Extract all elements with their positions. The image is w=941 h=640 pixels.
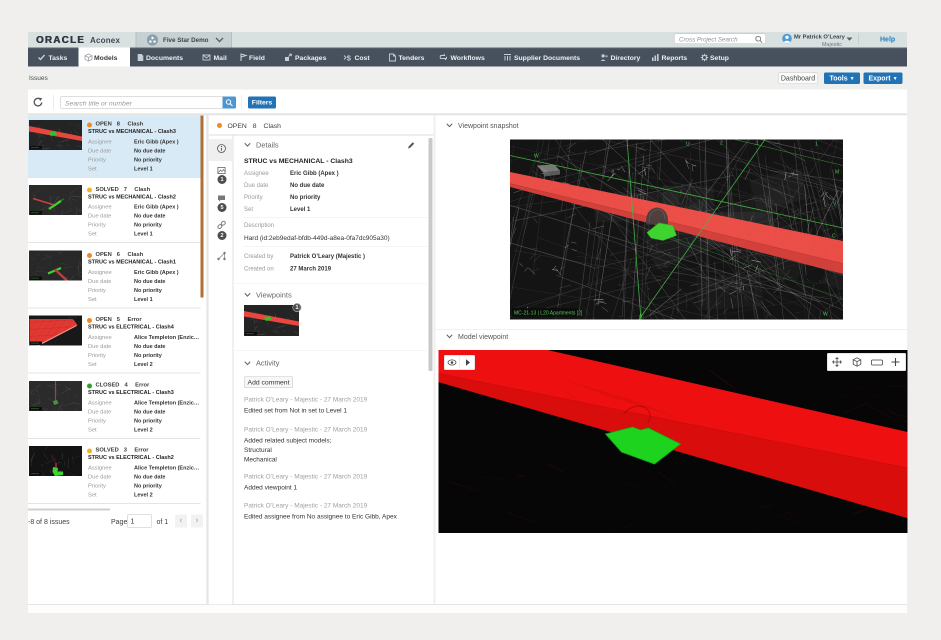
svg-text:M: M — [835, 170, 839, 176]
svg-text:1: 1 — [815, 142, 818, 148]
svg-text:W: W — [823, 312, 828, 318]
svg-text:$: $ — [347, 54, 352, 62]
svg-text:1: 1 — [756, 141, 759, 147]
svg-text:2: 2 — [720, 141, 723, 147]
svg-text:C: C — [832, 234, 836, 240]
svg-text:MC-21-13 | L20 Apartments [2]: MC-21-13 | L20 Apartments [2] — [514, 311, 583, 317]
svg-text:W: W — [534, 154, 539, 160]
svg-text:U: U — [686, 142, 690, 148]
